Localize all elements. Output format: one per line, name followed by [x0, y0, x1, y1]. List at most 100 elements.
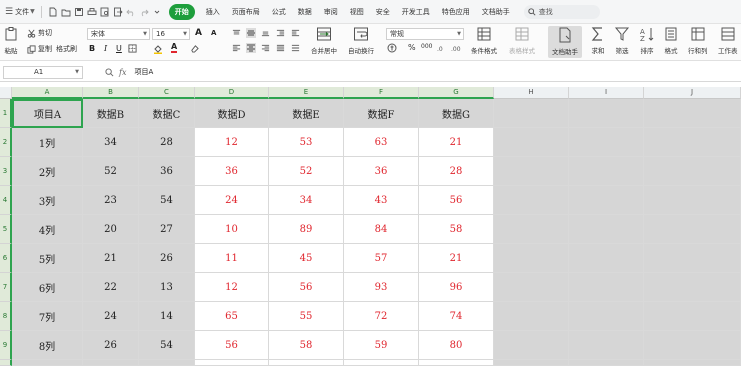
conditional-format-button[interactable]: 条件格式	[471, 26, 497, 55]
row-header-10[interactable]	[0, 360, 12, 366]
cell-b3[interactable]: 52	[83, 157, 139, 186]
align-right-icon[interactable]	[261, 44, 270, 52]
font-size-select[interactable]: 16 ▼	[152, 28, 190, 40]
cell-i7[interactable]	[569, 273, 644, 302]
cell-g10[interactable]	[419, 360, 494, 366]
tab-special-features[interactable]: 特色应用	[436, 4, 476, 20]
column-header-b[interactable]: B	[83, 87, 139, 99]
cell-c4[interactable]: 54	[139, 186, 195, 215]
cell-e1[interactable]: 数据E	[269, 99, 344, 128]
column-header-g[interactable]: G	[419, 87, 494, 99]
format-button[interactable]: 格式	[663, 26, 679, 55]
cell-f7[interactable]: 93	[344, 273, 419, 302]
cell-d3[interactable]: 36	[195, 157, 269, 186]
cell-i5[interactable]	[569, 215, 644, 244]
cell-c8[interactable]: 14	[139, 302, 195, 331]
undo-icon[interactable]	[126, 7, 136, 17]
tab-developer[interactable]: 开发工具	[396, 4, 436, 20]
cell-h9[interactable]	[494, 331, 569, 360]
currency-icon[interactable]	[387, 43, 397, 53]
cell-h1[interactable]	[494, 99, 569, 128]
rows-cols-button[interactable]: 行和列	[688, 26, 708, 55]
cell-d6[interactable]: 11	[195, 244, 269, 273]
cell-b2[interactable]: 34	[83, 128, 139, 157]
cell-h2[interactable]	[494, 128, 569, 157]
cell-i8[interactable]	[569, 302, 644, 331]
cell-a2[interactable]: 1列	[12, 128, 83, 157]
clear-format-icon[interactable]	[190, 44, 199, 53]
row-header-3[interactable]: 3	[0, 157, 12, 186]
cell-a3[interactable]: 2列	[12, 157, 83, 186]
paste-button[interactable]: 粘贴	[3, 26, 19, 55]
font-name-select[interactable]: 宋体 ▼	[87, 28, 150, 40]
cell-h4[interactable]	[494, 186, 569, 215]
file-menu[interactable]: ☰ 文件 ▼	[3, 4, 37, 20]
cell-h10[interactable]	[494, 360, 569, 366]
cell-j5[interactable]	[644, 215, 741, 244]
tab-review[interactable]: 审阅	[318, 4, 344, 20]
filter-button[interactable]: 筛选	[614, 26, 630, 55]
outdent-icon[interactable]	[291, 29, 300, 37]
cell-f9[interactable]: 59	[344, 331, 419, 360]
tab-formulas[interactable]: 公式	[266, 4, 292, 20]
cell-j3[interactable]	[644, 157, 741, 186]
print-preview-icon[interactable]	[100, 7, 110, 17]
cell-a8[interactable]: 7列	[12, 302, 83, 331]
cell-j1[interactable]	[644, 99, 741, 128]
redo-icon[interactable]	[139, 7, 149, 17]
cell-b6[interactable]: 21	[83, 244, 139, 273]
underline-button[interactable]: U	[116, 44, 122, 53]
row-header-1[interactable]: 1	[0, 99, 12, 128]
formula-content[interactable]: 项目A	[134, 67, 153, 77]
doc-assistant-button[interactable]: 文档助手	[548, 26, 582, 58]
column-header-c[interactable]: C	[139, 87, 195, 99]
cell-c6[interactable]: 26	[139, 244, 195, 273]
cell-a1[interactable]: 项目A	[12, 99, 83, 128]
cell-c5[interactable]: 27	[139, 215, 195, 244]
cell-i6[interactable]	[569, 244, 644, 273]
row-header-9[interactable]: 9	[0, 331, 12, 360]
column-header-h[interactable]: H	[494, 87, 569, 99]
select-all-corner[interactable]	[0, 87, 12, 99]
number-format-select[interactable]: 常规 ▼	[386, 28, 464, 40]
align-center-icon[interactable]	[246, 43, 256, 53]
cell-j2[interactable]	[644, 128, 741, 157]
cell-d10[interactable]	[195, 360, 269, 366]
column-header-d[interactable]: D	[195, 87, 269, 99]
cell-a6[interactable]: 5列	[12, 244, 83, 273]
cell-c7[interactable]: 13	[139, 273, 195, 302]
increase-font-button[interactable]: A	[195, 28, 202, 38]
cell-b1[interactable]: 数据B	[83, 99, 139, 128]
fill-color-icon[interactable]	[153, 44, 163, 54]
column-header-a[interactable]: A	[12, 87, 83, 99]
cell-i4[interactable]	[569, 186, 644, 215]
italic-button[interactable]: I	[104, 44, 107, 53]
save-icon[interactable]	[74, 7, 84, 17]
customize-quick-access-icon[interactable]	[152, 7, 162, 17]
cell-f5[interactable]: 84	[344, 215, 419, 244]
thousands-button[interactable]: 000	[421, 43, 432, 50]
print-icon[interactable]	[87, 7, 97, 17]
row-header-4[interactable]: 4	[0, 186, 12, 215]
cell-e8[interactable]: 55	[269, 302, 344, 331]
cell-f3[interactable]: 36	[344, 157, 419, 186]
cell-a10[interactable]	[12, 360, 83, 366]
open-folder-icon[interactable]	[61, 7, 71, 17]
cell-g3[interactable]: 28	[419, 157, 494, 186]
cell-j4[interactable]	[644, 186, 741, 215]
cell-e7[interactable]: 56	[269, 273, 344, 302]
align-middle-icon[interactable]	[246, 28, 256, 38]
cell-g4[interactable]: 56	[419, 186, 494, 215]
column-header-e[interactable]: E	[269, 87, 344, 99]
cell-c3[interactable]: 36	[139, 157, 195, 186]
merge-center-button[interactable]: 合并居中	[311, 26, 337, 55]
cut-button[interactable]: 剪切	[27, 28, 52, 38]
cell-h3[interactable]	[494, 157, 569, 186]
cell-f1[interactable]: 数据F	[344, 99, 419, 128]
column-header-j[interactable]: J	[644, 87, 741, 99]
copy-button[interactable]: 复制	[27, 44, 52, 54]
cell-c9[interactable]: 54	[139, 331, 195, 360]
wrap-text-button[interactable]: 自动换行	[348, 26, 374, 55]
table-style-button[interactable]: 表格样式	[509, 26, 535, 55]
cell-i9[interactable]	[569, 331, 644, 360]
